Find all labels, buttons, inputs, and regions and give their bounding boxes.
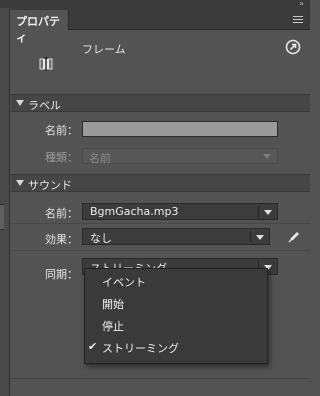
sound-name-caption: 名前： [45, 207, 78, 220]
dock-resize-handle[interactable] [0, 204, 4, 230]
expand-triangle-icon [16, 180, 24, 186]
sync-dropdown-menu: イベント 開始 停止 ✔ ストリーミング [84, 268, 268, 364]
menu-item-label: 停止 [102, 320, 124, 333]
pencil-icon[interactable] [287, 230, 301, 244]
menu-item-label: イベント [102, 276, 146, 289]
dropdown-separator [250, 231, 251, 242]
label-type-select[interactable]: 名前 [82, 148, 278, 165]
sound-effect-dropdown[interactable]: なし [82, 228, 270, 245]
label-name-caption: 名前： [45, 124, 78, 137]
panel-bottom-rule [11, 378, 310, 379]
chevron-down-icon [263, 154, 271, 159]
top-strip: » [0, 0, 310, 8]
left-dock-edge [0, 8, 10, 396]
sound-effect-value: なし [90, 232, 112, 245]
sound-sync-caption: 同期： [45, 268, 78, 281]
goto-icon[interactable] [285, 39, 301, 55]
menu-item-label: 開始 [102, 298, 124, 311]
section-sound-title: サウンド [28, 179, 72, 192]
section-sound-header[interactable]: サウンド [11, 174, 310, 192]
frame-icon [39, 57, 53, 71]
section-label-title: ラベル [28, 99, 61, 112]
checkmark-icon: ✔ [88, 340, 98, 353]
row-divider [11, 250, 310, 251]
row-divider [11, 223, 310, 224]
menu-item-start[interactable]: 開始 [85, 292, 267, 314]
panel-menu-icon[interactable] [293, 16, 303, 25]
sound-name-value: BgmGacha.mp3 [90, 205, 179, 218]
menu-item-event[interactable]: イベント [85, 270, 267, 292]
label-type-caption: 種類： [45, 151, 78, 164]
menu-item-streaming[interactable]: ✔ ストリーミング [85, 336, 267, 358]
expand-triangle-icon [16, 100, 24, 106]
label-name-input[interactable] [82, 121, 278, 137]
sound-effect-caption: 効果： [45, 233, 78, 246]
collapse-panel-icon[interactable]: » [299, 0, 304, 8]
label-type-value: 名前 [89, 152, 111, 165]
panel-tab-bar: プロパティ [11, 8, 310, 44]
dropdown-separator [258, 206, 259, 217]
sound-name-dropdown[interactable]: BgmGacha.mp3 [82, 203, 278, 220]
instance-type-label: フレーム [82, 43, 126, 56]
tab-properties[interactable]: プロパティ [11, 10, 69, 44]
chevron-down-icon [264, 210, 272, 215]
menu-item-label: ストリーミング [102, 342, 179, 355]
menu-item-stop[interactable]: 停止 [85, 314, 267, 336]
chevron-down-icon [256, 235, 264, 240]
section-label-header[interactable]: ラベル [11, 94, 310, 112]
